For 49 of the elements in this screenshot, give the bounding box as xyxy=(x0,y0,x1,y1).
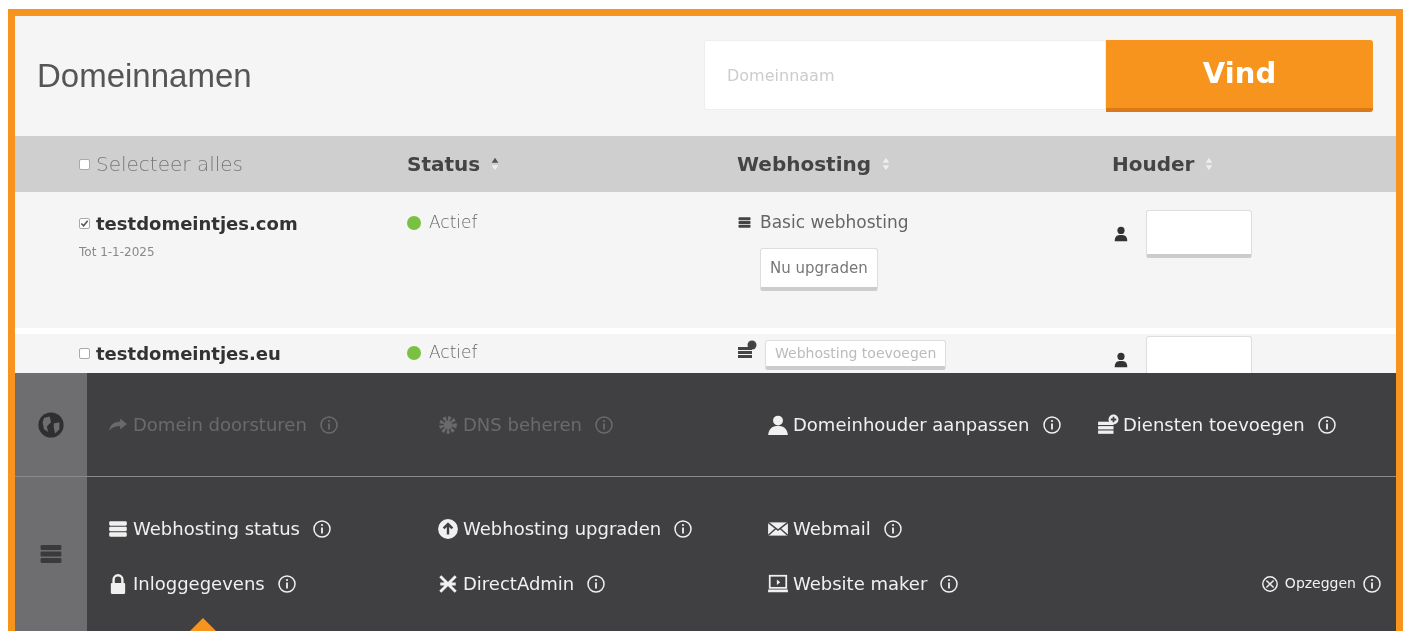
cancel-link[interactable]: Opzeggen xyxy=(1254,572,1388,595)
server-plus-icon xyxy=(1097,413,1119,436)
info-icon xyxy=(882,518,903,539)
sort-icon[interactable] xyxy=(490,156,501,172)
action-link[interactable]: Inloggegevens xyxy=(107,570,437,597)
monitor-icon xyxy=(767,572,789,595)
info-icon xyxy=(939,573,960,594)
checkbox[interactable] xyxy=(79,158,90,170)
tools-icon xyxy=(437,572,459,595)
status-text: Actief xyxy=(429,341,478,364)
action-link[interactable]: Webmail xyxy=(767,515,1097,542)
info-icon xyxy=(593,414,614,435)
column-header[interactable]: Houder xyxy=(1112,149,1195,179)
info-icon xyxy=(673,518,694,539)
domain-name[interactable]: testdomeintjes.eu xyxy=(96,340,281,367)
info-icon xyxy=(586,573,607,594)
action-link[interactable]: Domeinhouder aanpassen xyxy=(767,411,1097,438)
info-icon xyxy=(1316,414,1337,435)
user-icon xyxy=(767,413,789,436)
info-icon xyxy=(311,518,332,539)
cancel-icon xyxy=(1260,574,1279,593)
info-icon xyxy=(1041,414,1062,435)
info-icon xyxy=(318,414,339,435)
expiry-date: Tot 1-1-2025 xyxy=(79,244,156,261)
holder-button[interactable] xyxy=(1146,210,1252,258)
hosting-package: Basic webhosting xyxy=(760,211,909,234)
status-text: Actief xyxy=(429,211,478,234)
domain-name[interactable]: testdomeintjes.com xyxy=(96,210,298,237)
globe-icon xyxy=(37,410,65,439)
user-icon xyxy=(1112,351,1130,369)
column-header[interactable]: Webhosting xyxy=(737,149,872,179)
page-title: Domeinnamen xyxy=(37,56,252,97)
info-icon xyxy=(1362,573,1382,594)
upgrade-button[interactable]: Nu upgraden xyxy=(760,247,878,291)
server-plus-icon xyxy=(737,340,757,360)
action-link[interactable]: Website maker xyxy=(767,570,1097,597)
holder-button[interactable] xyxy=(1146,336,1252,373)
gear-icon xyxy=(437,413,459,436)
selection-pointer xyxy=(190,618,216,631)
user-icon xyxy=(1112,225,1130,243)
action-link[interactable]: Webhosting upgraden xyxy=(437,515,767,542)
checkbox[interactable] xyxy=(79,218,90,229)
column-header[interactable]: Status xyxy=(407,149,481,179)
checkbox[interactable] xyxy=(79,348,90,359)
action-link[interactable]: Diensten toevoegen xyxy=(1097,411,1396,438)
action-link[interactable]: Webhosting status xyxy=(107,515,437,542)
action-link[interactable]: DirectAdmin xyxy=(437,570,767,597)
info-icon xyxy=(276,573,297,594)
server-icon xyxy=(737,215,752,231)
